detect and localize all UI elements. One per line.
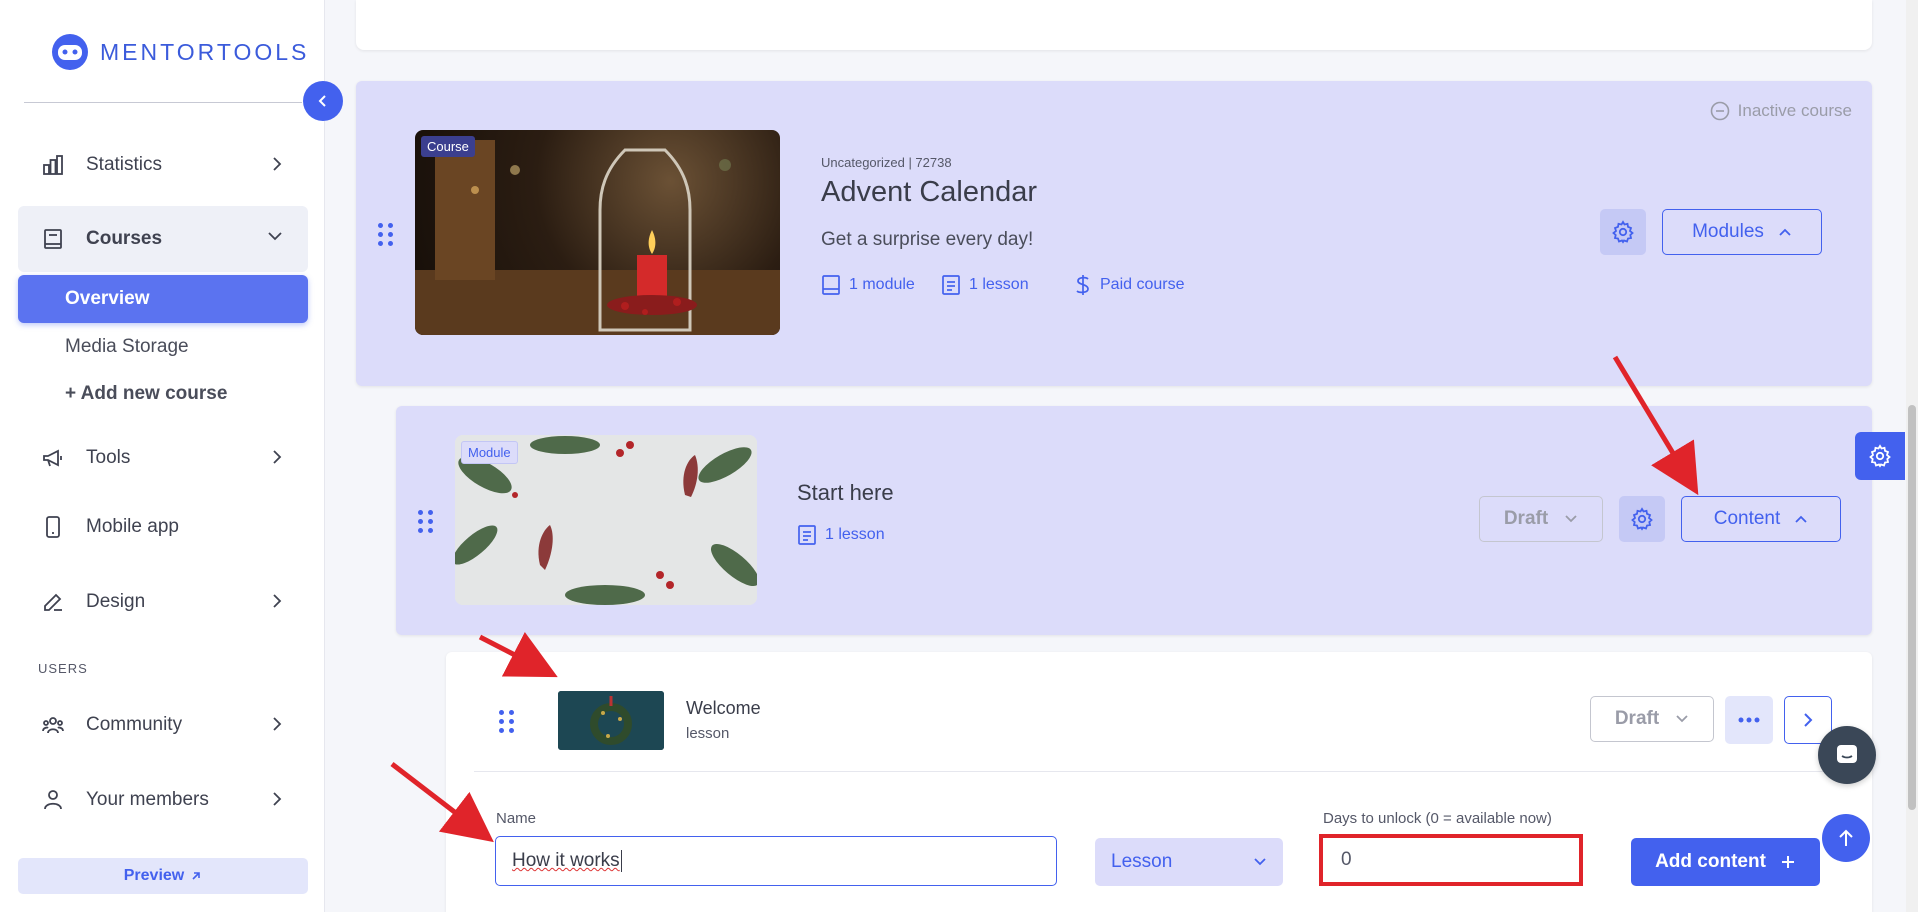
collapse-sidebar-button[interactable] — [303, 81, 343, 121]
annotation-arrows — [390, 355, 1699, 843]
chevron-left-icon — [318, 95, 326, 107]
